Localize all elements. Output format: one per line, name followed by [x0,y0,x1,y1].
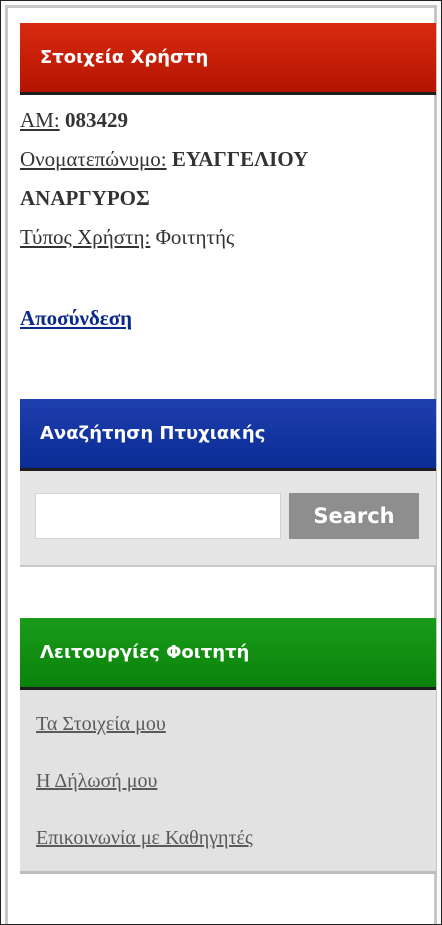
search-input[interactable] [35,493,281,539]
name-row-cont: ΑΝΑΡΓΥΡΟΣ [20,179,436,218]
menu-item-contact-professors[interactable]: Επικοινωνία με Καθηγητές [20,810,436,867]
am-value: 083429 [64,108,128,132]
name-row: Ονοματεπώνυμο: ΕΥΑΓΓΕΛΙΟΥ [20,140,436,179]
name-label: Ονοματεπώνυμο: [20,147,167,171]
student-menu: Τα Στοιχεία μου Η Δήλωσή μου Επικοινωνία… [20,690,436,874]
type-value: Φοιτητής [155,225,235,249]
menu-item-my-details[interactable]: Τα Στοιχεία μου [20,696,436,753]
name-value-line1: ΕΥΑΓΓΕΛΙΟΥ [171,147,309,171]
name-value-line2: ΑΝΑΡΓΥΡΟΣ [20,186,150,210]
thesis-search-panel: Αναζήτηση Πτυχιακής Search [20,399,436,567]
student-functions-panel: Λειτουργίες Φοιτητή Τα Στοιχεία μου Η Δή… [20,618,436,874]
thesis-search-header: Αναζήτηση Πτυχιακής [20,399,436,471]
student-functions-header: Λειτουργίες Φοιτητή [20,618,436,690]
type-label: Τύπος Χρήστη: [20,225,151,249]
menu-item-my-declaration[interactable]: Η Δήλωσή μου [20,753,436,810]
sidebar-frame: Στοιχεία Χρήστη ΑΜ: 083429 Ονοματεπώνυμο… [0,0,442,925]
am-label: ΑΜ: [20,108,60,132]
user-info-body: ΑΜ: 083429 Ονοματεπώνυμο: ΕΥΑΓΓΕΛΙΟΥ ΑΝΑ… [20,95,436,338]
search-body: Search [20,471,436,567]
logout-link[interactable]: Αποσύνδεση [20,299,132,338]
type-row: Τύπος Χρήστη: Φοιτητής [20,218,436,257]
user-info-panel: Στοιχεία Χρήστη ΑΜ: 083429 Ονοματεπώνυμο… [20,23,436,338]
user-info-header: Στοιχεία Χρήστη [20,23,436,95]
am-row: ΑΜ: 083429 [20,101,436,140]
search-button[interactable]: Search [289,493,419,539]
